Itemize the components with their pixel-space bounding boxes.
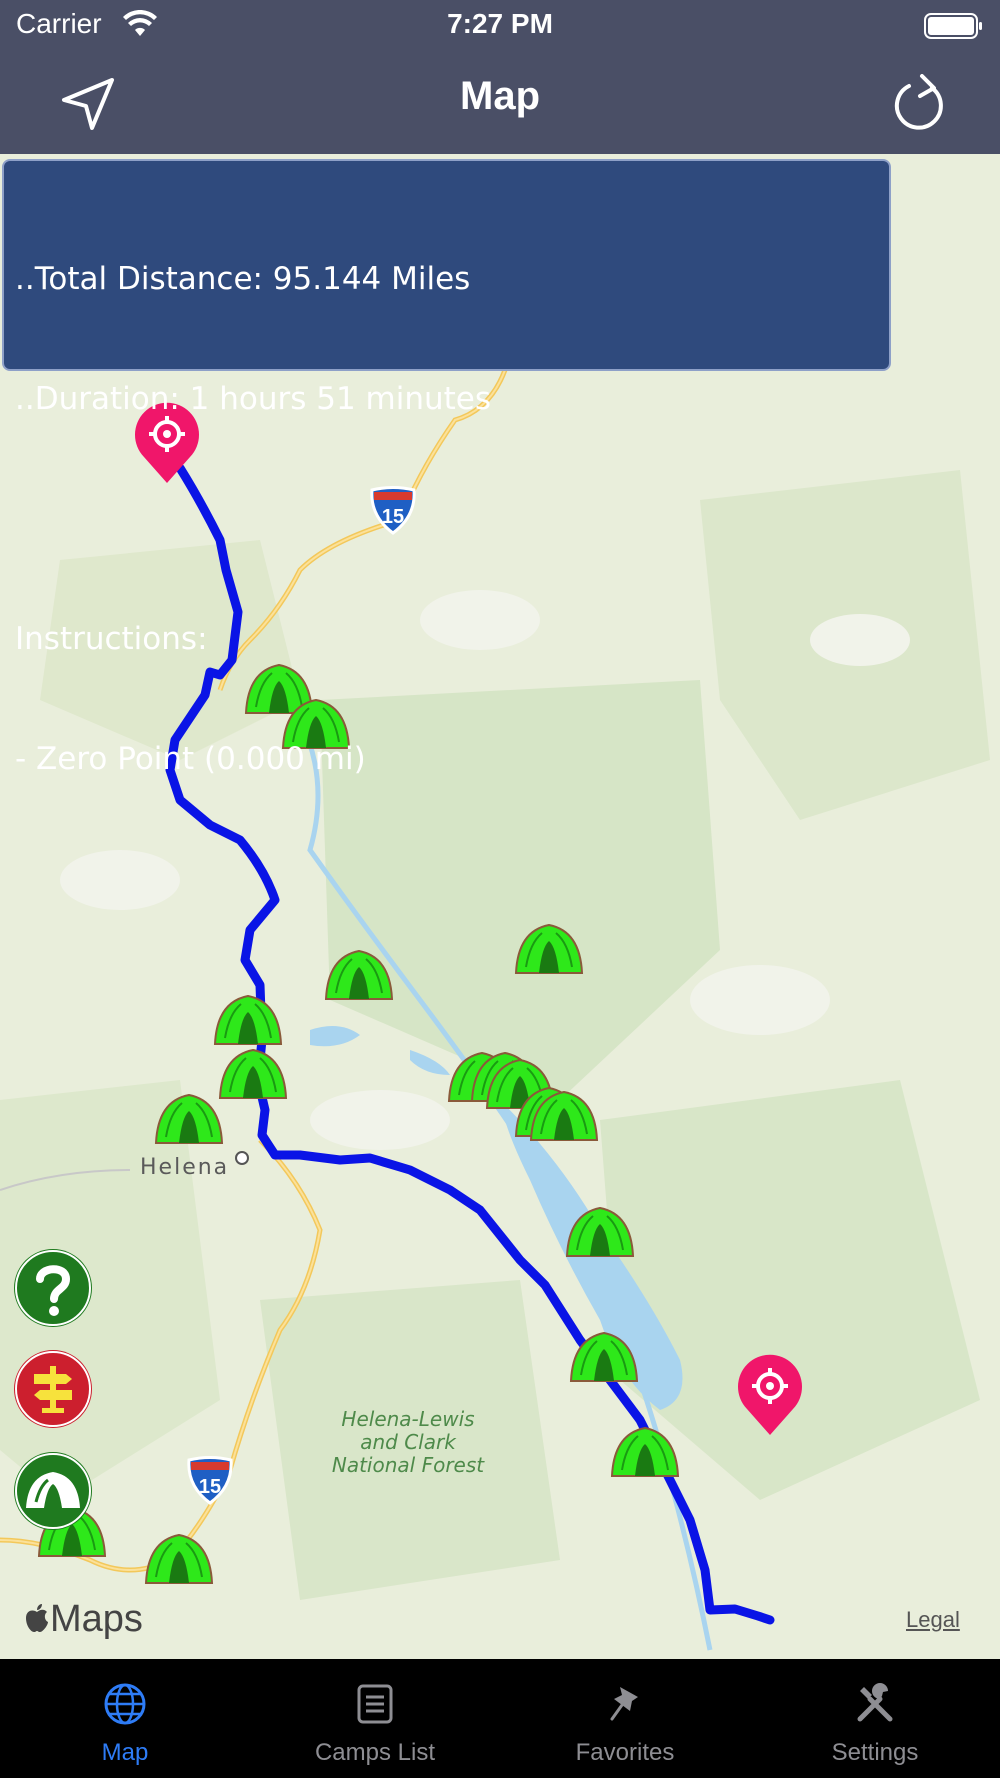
campsite-marker[interactable] — [527, 1084, 601, 1146]
campsite-icon — [15, 1453, 91, 1529]
end-pin[interactable] — [735, 1353, 805, 1437]
tab-label: Map — [101, 1739, 149, 1766]
maps-attribution: Maps — [24, 1598, 143, 1641]
navigation-bar: Map — [0, 52, 1000, 154]
list-icon — [357, 1684, 393, 1724]
status-bar: Carrier 7:27 PM — [0, 0, 1000, 52]
campsite-marker[interactable] — [567, 1325, 641, 1387]
tools-icon — [857, 1683, 893, 1722]
tab-label: Camps List — [314, 1739, 436, 1766]
forest-label: Helena-Lewis and Clark National Forest — [318, 1408, 498, 1477]
route-info-line: ..Duration: 1 hours 51 minutes — [15, 381, 492, 417]
route-info-line — [15, 499, 889, 539]
campsite-marker[interactable] — [152, 1087, 226, 1149]
pushpin-icon — [610, 1687, 638, 1721]
apple-logo-icon — [24, 1600, 50, 1632]
tab-bar: Map Camps List Favorites Settings — [0, 1659, 1000, 1778]
route-info-line: ..Total Distance: 95.144 Miles — [15, 261, 471, 297]
help-button[interactable] — [14, 1249, 92, 1327]
tab-label: Settings — [831, 1739, 919, 1766]
route-info-line: - Zero Point (0.000 mi) — [15, 741, 366, 777]
campsite-marker[interactable] — [216, 1042, 290, 1104]
globe-icon — [104, 1683, 146, 1725]
route-info-panel: ..Total Distance: 95.144 Miles ..Duratio… — [2, 159, 891, 777]
route-info-line: Instructions: — [15, 621, 208, 657]
help-icon — [15, 1250, 91, 1326]
tab-camps-list[interactable]: Camps List — [250, 1659, 500, 1778]
clock: 7:27 PM — [447, 8, 553, 39]
campsite-marker[interactable] — [512, 917, 586, 979]
campsite-marker[interactable] — [211, 988, 285, 1050]
campsites-button[interactable] — [14, 1452, 92, 1530]
campsite-marker[interactable] — [608, 1420, 682, 1482]
directions-button[interactable] — [14, 1350, 92, 1428]
campsite-marker[interactable] — [142, 1527, 216, 1589]
refresh-button[interactable] — [888, 72, 952, 136]
battery-icon — [924, 12, 984, 44]
forest-label-line: and Clark — [360, 1430, 456, 1454]
maps-text: Maps — [50, 1598, 143, 1640]
tab-label: Favorites — [575, 1739, 675, 1766]
campsite-marker[interactable] — [322, 943, 396, 1005]
refresh-icon — [894, 74, 943, 130]
tab-settings[interactable]: Settings — [750, 1659, 1000, 1778]
forest-label-line: Helena-Lewis — [341, 1407, 475, 1431]
highway-shield-i15-south: 15 — [185, 1456, 235, 1506]
highway-number: 15 — [199, 1476, 221, 1498]
forest-label-line: National Forest — [331, 1453, 485, 1477]
legal-link[interactable]: Legal — [906, 1607, 960, 1633]
signpost-icon — [15, 1351, 91, 1427]
tab-favorites[interactable]: Favorites — [500, 1659, 750, 1778]
city-label-helena: Helena — [140, 1155, 230, 1180]
page-title: Map — [460, 74, 540, 118]
tab-map[interactable]: Map — [0, 1659, 250, 1778]
campsite-marker[interactable] — [563, 1200, 637, 1262]
